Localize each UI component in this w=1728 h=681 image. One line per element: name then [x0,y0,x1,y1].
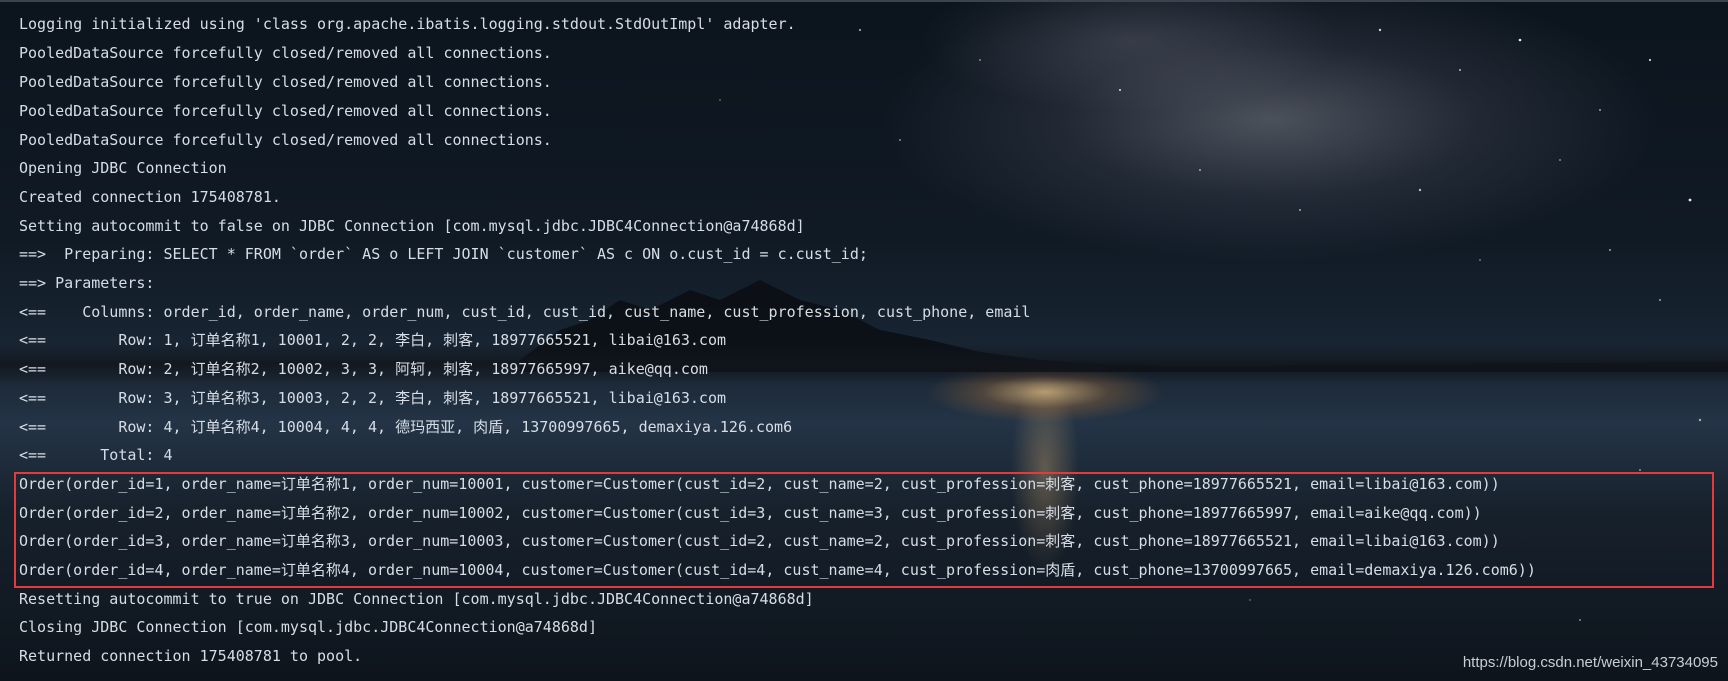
console-output: Logging initialized using 'class org.apa… [0,0,1728,681]
log-line: PooledDataSource forcefully closed/remov… [19,73,552,91]
window-top-border [0,0,1728,2]
log-line: Opening JDBC Connection [19,159,227,177]
log-line: PooledDataSource forcefully closed/remov… [19,131,552,149]
log-line: PooledDataSource forcefully closed/remov… [19,102,552,120]
order-result-line: Order(order_id=3, order_name=订单名称3, orde… [19,532,1500,550]
log-line: Logging initialized using 'class org.apa… [19,15,796,33]
order-result-line: Order(order_id=2, order_name=订单名称2, orde… [19,504,1482,522]
sql-columns-line: <== Columns: order_id, order_name, order… [19,303,1031,321]
sql-total-line: <== Total: 4 [19,446,173,464]
log-line: PooledDataSource forcefully closed/remov… [19,44,552,62]
log-line: Resetting autocommit to true on JDBC Con… [19,590,814,608]
log-line: Created connection 175408781. [19,188,281,206]
order-result-line: Order(order_id=1, order_name=订单名称1, orde… [19,475,1500,493]
sql-row-line: <== Row: 3, 订单名称3, 10003, 2, 2, 李白, 刺客, … [19,389,727,407]
sql-row-line: <== Row: 1, 订单名称1, 10001, 2, 2, 李白, 刺客, … [19,331,727,349]
blog-watermark: https://blog.csdn.net/weixin_43734095 [1462,654,1718,671]
sql-row-line: <== Row: 2, 订单名称2, 10002, 3, 3, 阿轲, 刺客, … [19,360,708,378]
log-line: Closing JDBC Connection [com.mysql.jdbc.… [19,618,597,636]
sql-row-line: <== Row: 4, 订单名称4, 10004, 4, 4, 德玛西亚, 肉盾… [19,418,793,436]
log-line: Setting autocommit to false on JDBC Conn… [19,217,805,235]
sql-preparing-line: ==> Preparing: SELECT * FROM `order` AS … [19,245,868,263]
order-result-line: Order(order_id=4, order_name=订单名称4, orde… [19,561,1536,579]
sql-parameters-line: ==> Parameters: [19,274,164,292]
log-line: Returned connection 175408781 to pool. [19,647,363,665]
